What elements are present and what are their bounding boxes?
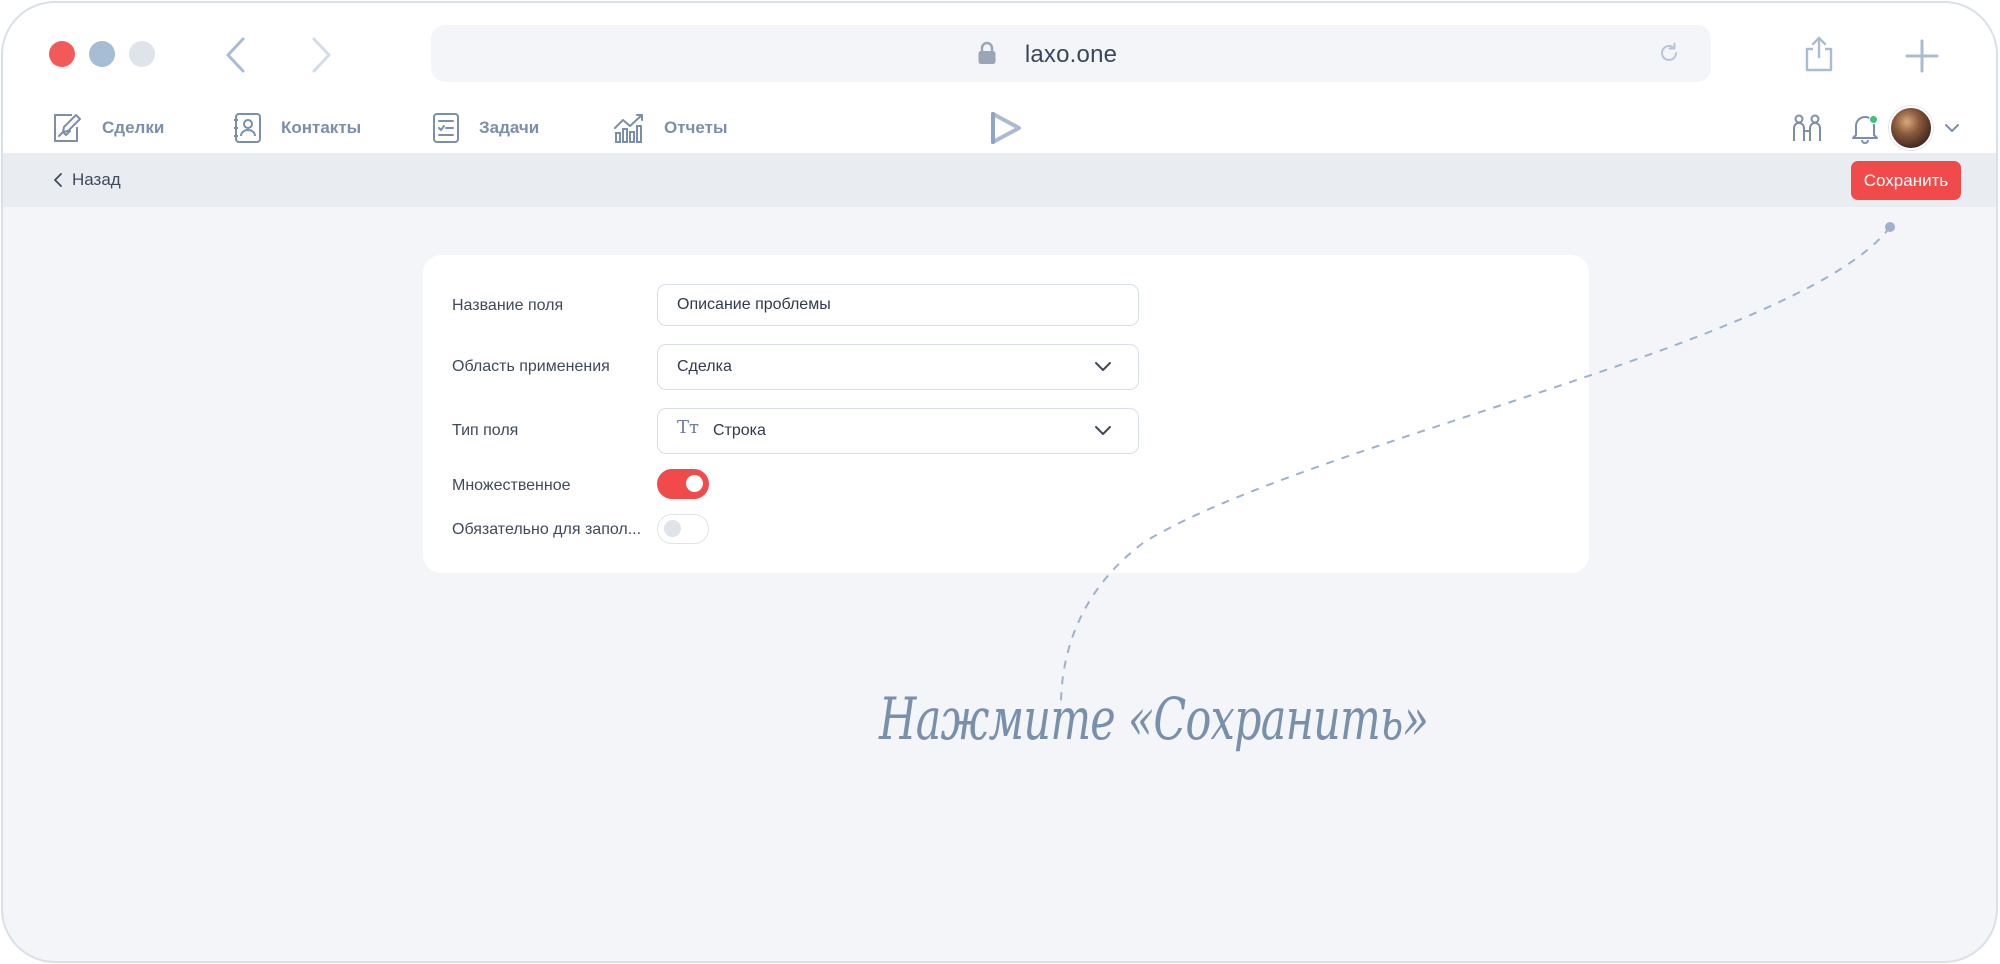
- browser-window: laxo.one Сделки Контакты Задачи Отчеты Н…: [1, 1, 1998, 963]
- annotation-dashed-line: [1060, 222, 1895, 702]
- annotation-hint: Нажмите «Сохранить»: [879, 685, 1429, 753]
